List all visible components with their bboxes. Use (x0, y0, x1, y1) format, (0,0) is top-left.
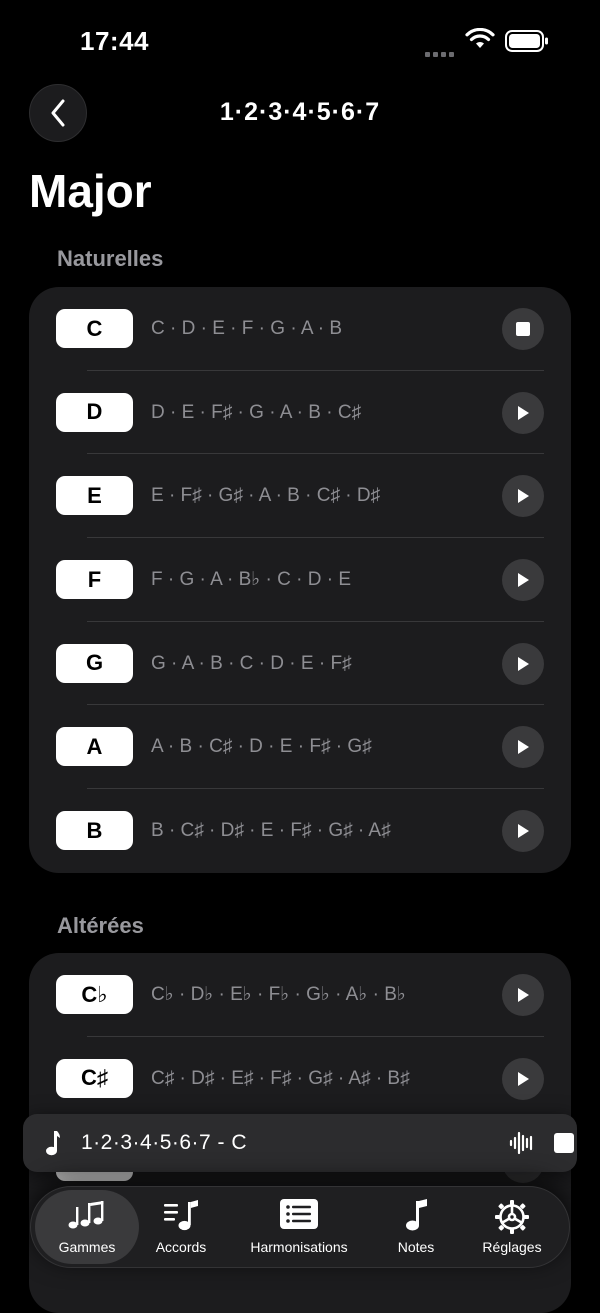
scale-row-a[interactable]: A A · B · C♯ · D · E · F♯ · G♯ (29, 705, 571, 790)
music-note-icon (46, 1131, 60, 1156)
play-icon (518, 824, 529, 839)
play-icon (518, 573, 529, 588)
notes-icon (68, 1201, 104, 1229)
scale-notes: F · G · A · B♭ · C · D · E (151, 569, 352, 591)
status-time: 17:44 (80, 26, 149, 56)
scale-notes: C♯ · D♯ · E♯ · F♯ · G♯ · A♯ · B♯ (151, 1067, 410, 1089)
scale-notes: D · E · F♯ · G · A · B · C♯ (151, 401, 362, 423)
scale-notes: C · D · E · F · G · A · B (151, 318, 343, 339)
tab-label: Harmonisations (250, 1239, 348, 1255)
tab-gammes[interactable]: Gammes (35, 1190, 139, 1264)
play-button[interactable] (502, 391, 544, 434)
play-icon (518, 405, 529, 420)
music-note-icon (406, 1199, 427, 1231)
scale-notes: B · C♯ · D♯ · E · F♯ · G♯ · A♯ (151, 820, 391, 842)
tab-accords[interactable]: Accords (139, 1187, 223, 1267)
cellular-signal-icon (425, 44, 457, 57)
play-icon (518, 1071, 529, 1086)
scale-row-b[interactable]: B B · C♯ · D♯ · E · F♯ · G♯ · A♯ (29, 789, 571, 873)
key-badge: C♭ (56, 975, 133, 1014)
play-icon (518, 656, 529, 671)
scale-row-c[interactable]: C C · D · E · F · G · A · B (29, 287, 571, 371)
tab-label: Gammes (58, 1239, 116, 1255)
scale-row-g[interactable]: G G · A · B · C · D · E · F♯ (29, 622, 571, 706)
key-badge: C♯ (56, 1058, 133, 1098)
tab-label: Réglages (482, 1239, 542, 1255)
key-badge: A (56, 727, 133, 767)
key-badge: B (56, 811, 133, 851)
scale-row-c-sharp[interactable]: C♯ C♯ · D♯ · E♯ · F♯ · G♯ · A♯ · B♯ (29, 1037, 571, 1121)
play-icon (518, 988, 529, 1002)
chords-icon (164, 1200, 198, 1231)
scale-notes: A · B · C♯ · D · E · F♯ · G♯ (151, 736, 372, 758)
key-badge: D (56, 392, 133, 432)
tab-harmonisations[interactable]: Harmonisations (237, 1187, 361, 1267)
key-badge: E (56, 476, 133, 516)
now-playing-title: 1·2·3·4·5·6·7 - C (81, 1131, 248, 1154)
play-button[interactable] (502, 1057, 544, 1100)
status-bar: 17:44 (0, 0, 600, 80)
play-button[interactable] (502, 726, 544, 769)
play-button[interactable] (502, 810, 544, 853)
tab-notes[interactable]: Notes (379, 1187, 453, 1267)
now-playing-bar[interactable]: 1·2·3·4·5·6·7 - C (23, 1114, 577, 1172)
section-header-alterees: Altérées (57, 913, 144, 938)
page-title: Major (29, 165, 152, 217)
tab-label: Notes (397, 1239, 435, 1255)
waveform-icon[interactable] (509, 1130, 535, 1156)
play-button[interactable] (502, 642, 544, 685)
scale-notes: E · F♯ · G♯ · A · B · C♯ · D♯ (151, 485, 381, 507)
key-badge: G (56, 643, 133, 683)
play-icon (518, 740, 529, 755)
scale-notes: C♭ · D♭ · E♭ · F♭ · G♭ · A♭ · B♭ (151, 984, 406, 1005)
nav-title: 1·2·3·4·5·6·7 (219, 98, 381, 126)
stop-icon (516, 322, 530, 336)
tab-reglages[interactable]: Réglages (465, 1187, 559, 1267)
scale-list-naturelles: C C · D · E · F · G · A · B D D · E · F♯… (29, 287, 571, 873)
list-icon (280, 1199, 318, 1229)
stop-button[interactable] (502, 308, 544, 350)
key-badge: F (56, 560, 133, 600)
wifi-icon (465, 28, 495, 48)
scale-notes: G · A · B · C · D · E · F♯ (151, 652, 352, 674)
play-button[interactable] (502, 974, 544, 1016)
scale-row-d[interactable]: D D · E · F♯ · G · A · B · C♯ (29, 371, 571, 455)
gear-icon (495, 1200, 529, 1234)
play-button[interactable] (502, 559, 544, 602)
section-header-naturelles: Naturelles (57, 246, 164, 271)
tab-bar: Gammes Accords Harmonisations Notes Régl… (30, 1186, 570, 1268)
scale-row-c-flat[interactable]: C♭ C♭ · D♭ · E♭ · F♭ · G♭ · A♭ · B♭ (29, 953, 571, 1037)
battery-icon (505, 30, 548, 52)
key-badge: C (56, 309, 133, 348)
play-button[interactable] (502, 475, 544, 518)
stop-button[interactable] (554, 1133, 574, 1153)
play-icon (518, 489, 529, 504)
tab-label: Accords (155, 1239, 207, 1255)
scale-row-f[interactable]: F F · G · A · B♭ · C · D · E (29, 538, 571, 622)
scale-row-e[interactable]: E E · F♯ · G♯ · A · B · C♯ · D♯ (29, 454, 571, 539)
